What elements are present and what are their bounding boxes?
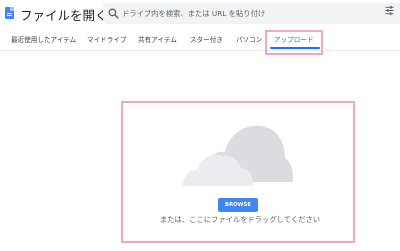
tabs-divider — [0, 50, 400, 51]
search-box[interactable] — [103, 3, 400, 24]
cloud-icon — [183, 125, 293, 186]
search-icon[interactable] — [107, 7, 120, 20]
upload-tab-highlight — [265, 30, 323, 55]
browse-button[interactable]: BROWSE — [218, 198, 258, 212]
tab-computers[interactable]: パソコン — [236, 34, 262, 44]
dialog-header: ファイルを開く — [0, 0, 400, 30]
search-options-icon[interactable] — [384, 5, 395, 16]
tab-shared[interactable]: 共有アイテム — [138, 34, 177, 44]
tab-recent[interactable]: 最近使用したアイテム — [11, 34, 76, 44]
tab-my-drive[interactable]: マイドライブ — [87, 34, 127, 44]
docs-logo-icon — [5, 7, 14, 19]
dialog-title: ファイルを開く — [20, 8, 108, 23]
search-input[interactable] — [122, 5, 362, 22]
tab-starred[interactable]: スター付き — [190, 34, 223, 44]
drop-instruction-text: または、ここにファイルをドラッグしてください — [159, 215, 321, 224]
